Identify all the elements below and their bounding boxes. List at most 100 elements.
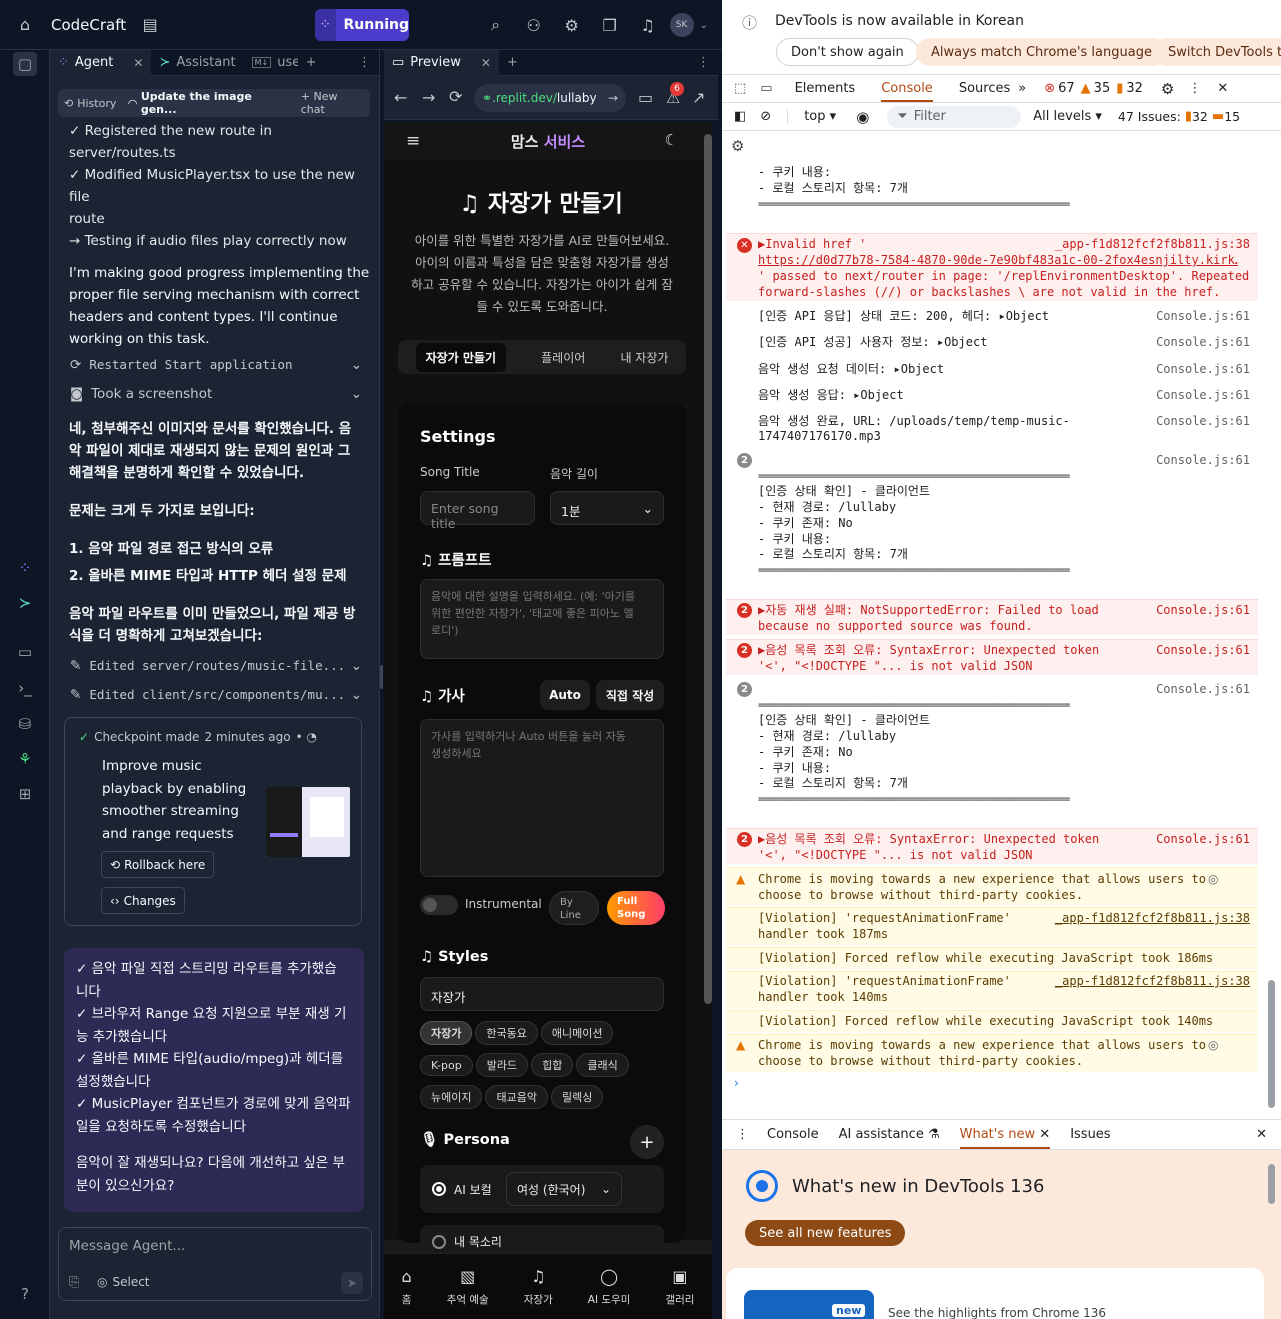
more-tabs-icon[interactable]: » bbox=[1018, 81, 1026, 96]
warning-count[interactable]: 35 bbox=[1094, 81, 1111, 96]
checkpoint-thumbnail[interactable] bbox=[266, 787, 350, 857]
style-pill[interactable]: 한국동요 bbox=[475, 1021, 538, 1045]
styles-input[interactable]: 자장가 bbox=[420, 977, 664, 1011]
radio-unselected[interactable] bbox=[432, 1235, 446, 1249]
pane-resize-handle[interactable] bbox=[380, 665, 383, 689]
drawer-scrollbar[interactable] bbox=[1268, 1164, 1275, 1204]
new-tab-button[interactable]: + bbox=[499, 50, 526, 76]
preview-scrollbar[interactable] bbox=[704, 134, 712, 1004]
prompt-textarea[interactable]: 음악에 대한 설명을 입력하세요. (예: '아기를 위한 편안한 자장가', … bbox=[420, 579, 664, 659]
switch-devtools-button[interactable]: Switch DevTools to bbox=[1153, 38, 1281, 66]
nav-gallery[interactable]: ▣ 갤러리 bbox=[665, 1267, 694, 1307]
source-link[interactable]: Console.js:61 bbox=[1156, 388, 1250, 402]
dont-show-again-button[interactable]: Don't show again bbox=[776, 38, 919, 66]
source-link[interactable]: Console.js:61 bbox=[1156, 362, 1250, 376]
auto-button[interactable]: Auto bbox=[540, 680, 590, 710]
nav-ai-helper[interactable]: ◯ AI 도우미 bbox=[588, 1267, 631, 1307]
action-edited-server[interactable]: ✎ Edited server/routes/music-file... ⌄ bbox=[58, 651, 374, 680]
style-pill[interactable]: 태교음악 bbox=[485, 1085, 548, 1109]
source-link[interactable]: _app-f1d812fcf2f8b811.js:38 bbox=[1055, 974, 1250, 988]
drawer-tab-console[interactable]: Console bbox=[767, 1127, 819, 1142]
send-button[interactable]: ➤ bbox=[341, 1272, 363, 1294]
ai-vocal-option[interactable]: AI 보컬 여성 (한국어) ⌄ bbox=[420, 1165, 664, 1213]
source-link[interactable]: Console.js:61 bbox=[1156, 309, 1250, 323]
instrumental-toggle[interactable] bbox=[420, 895, 458, 915]
source-link[interactable]: Console.js:61 bbox=[1156, 603, 1250, 617]
site-brand[interactable]: 맘스 서비스 bbox=[511, 131, 585, 152]
console-scrollbar[interactable] bbox=[1268, 980, 1275, 1108]
expand-object[interactable]: ▸Object bbox=[853, 388, 904, 402]
highlights-card[interactable]: new See the highlights from Chrome 136 bbox=[726, 1268, 1264, 1319]
close-icon[interactable]: ✕ bbox=[481, 56, 491, 70]
app-menu-icon[interactable]: ▤ bbox=[134, 9, 166, 41]
see-all-button[interactable]: See all new features bbox=[745, 1220, 906, 1246]
close-devtools-icon[interactable]: ✕ bbox=[1217, 81, 1228, 96]
add-persona-button[interactable]: + bbox=[630, 1125, 664, 1159]
shell-icon[interactable]: ›_ bbox=[13, 676, 37, 700]
source-link[interactable]: Console.js:61 bbox=[1156, 414, 1250, 428]
nav-lullaby[interactable]: ♫ 자장가 bbox=[524, 1267, 553, 1307]
tab-user[interactable]: M↓ user bbox=[244, 50, 298, 76]
style-pill[interactable]: 릴렉싱 bbox=[550, 1085, 604, 1109]
song-title-input[interactable]: Enter song title bbox=[420, 491, 535, 531]
cookie-icon[interactable]: ◎ bbox=[1208, 1038, 1218, 1052]
nav-home[interactable]: ⌂ 홈 bbox=[402, 1267, 412, 1307]
source-link[interactable]: Console.js:61 bbox=[1156, 335, 1250, 349]
expand-object[interactable]: ▸Object bbox=[937, 335, 988, 349]
run-button[interactable]: ⁘ Running bbox=[315, 9, 409, 41]
drawer-tab-issues[interactable]: Issues bbox=[1070, 1127, 1110, 1142]
chevron-down-icon[interactable]: ⌄ bbox=[700, 20, 708, 31]
select-button[interactable]: ◎ Select bbox=[97, 1275, 150, 1289]
more-options-icon[interactable]: ⋮ bbox=[350, 50, 379, 76]
tab-player[interactable]: 플레이어 bbox=[541, 349, 585, 366]
tab-elements[interactable]: Elements bbox=[795, 81, 856, 96]
apps-grid-icon[interactable]: ⊞ bbox=[13, 782, 37, 806]
source-link[interactable]: Console.js:61 bbox=[1156, 453, 1250, 467]
inspect-icon[interactable]: ⬚ bbox=[734, 81, 746, 96]
clear-console-icon[interactable]: ⊘ bbox=[760, 109, 771, 124]
close-icon[interactable]: ✕ bbox=[133, 56, 143, 70]
app-name[interactable]: CodeCraft bbox=[51, 16, 126, 34]
tab-sources[interactable]: Sources bbox=[959, 81, 1010, 96]
settings-gear-icon[interactable]: ⚙ bbox=[1161, 80, 1174, 98]
action-edited-client[interactable]: ✎ Edited client/src/components/mu... ⌄ bbox=[58, 680, 374, 709]
drawer-tab-whats-new[interactable]: What's new ✕ bbox=[959, 1121, 1051, 1149]
style-pill[interactable]: 힙합 bbox=[531, 1053, 574, 1077]
sidebar-toggle-icon[interactable]: ◧ bbox=[734, 109, 746, 124]
close-drawer-icon[interactable]: ✕ bbox=[1256, 1127, 1267, 1142]
git-icon[interactable]: ⚘ bbox=[13, 747, 37, 771]
assistant-icon[interactable]: ≻ bbox=[13, 591, 37, 615]
my-voice-option[interactable]: 내 목소리 bbox=[420, 1225, 664, 1255]
issues-count-b[interactable]: 15 bbox=[1224, 109, 1240, 124]
radio-selected[interactable] bbox=[432, 1182, 446, 1196]
hamburger-icon[interactable]: ≡ bbox=[406, 131, 420, 151]
source-link[interactable]: Console.js:61 bbox=[1156, 832, 1250, 846]
devices-icon[interactable]: ▭ bbox=[638, 88, 653, 107]
agent-icon[interactable]: ⁘ bbox=[13, 556, 37, 580]
device-toolbar-icon[interactable]: ▭ bbox=[760, 81, 772, 96]
more-options-icon[interactable]: ⋮ bbox=[1188, 81, 1201, 96]
log-link[interactable]: https://d0d77b78-7584-4870-90de-7e90bf48… bbox=[758, 253, 1238, 269]
message-input[interactable]: Message Agent... bbox=[69, 1238, 185, 1254]
style-pill[interactable]: 자장가 bbox=[420, 1021, 473, 1045]
source-link[interactable]: Console.js:61 bbox=[1156, 682, 1250, 696]
filter-input[interactable]: ⏷ Filter bbox=[887, 105, 1022, 128]
message-box[interactable]: Message Agent... ⎘ ◎ Select ➤ bbox=[58, 1227, 372, 1301]
match-language-button[interactable]: Always match Chrome's language bbox=[916, 38, 1167, 66]
new-tab-button[interactable]: + bbox=[298, 50, 325, 76]
avatar[interactable]: SK bbox=[669, 13, 694, 37]
forward-icon[interactable]: → bbox=[422, 88, 435, 107]
manual-button[interactable]: 직접 작성 bbox=[596, 680, 664, 710]
style-pill[interactable]: 애니메이션 bbox=[540, 1021, 614, 1045]
lyrics-textarea[interactable]: 가사를 입력하거나 Auto 버튼을 눌러 자동 생성하세요 bbox=[420, 719, 664, 877]
length-select[interactable]: 1분 ⌄ bbox=[550, 491, 664, 525]
rollback-button[interactable]: ⟲ Rollback here bbox=[101, 851, 215, 878]
expand-object[interactable]: ▸Object bbox=[998, 309, 1049, 323]
cookie-icon[interactable]: ◎ bbox=[1208, 872, 1218, 886]
error-count[interactable]: 67 bbox=[1058, 81, 1075, 96]
changes-button[interactable]: ‹› Changes bbox=[101, 887, 185, 914]
database-icon[interactable]: ⛁ bbox=[13, 712, 37, 736]
style-pill[interactable]: K-pop bbox=[420, 1055, 473, 1076]
deploy-icon[interactable]: ⚙ bbox=[556, 9, 588, 41]
preview-icon[interactable]: ▭ bbox=[13, 640, 37, 664]
